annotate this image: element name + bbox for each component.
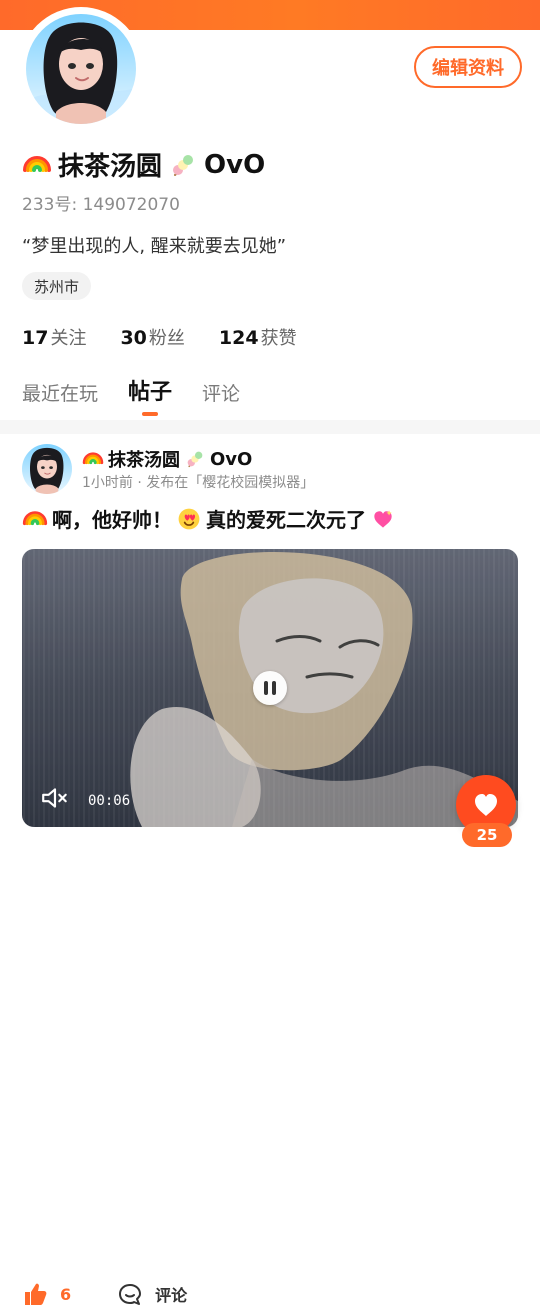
profile-tabs: 最近在玩 帖子 评论 [22, 372, 240, 416]
tab-posts[interactable]: 帖子 [128, 374, 172, 416]
dango-icon [168, 150, 198, 180]
profile-name: 抹茶汤圆 [58, 152, 163, 182]
like-action[interactable]: 6 [22, 1281, 71, 1307]
tab-posts-label: 帖子 [128, 380, 173, 405]
tab-comments[interactable]: 评论 [202, 379, 240, 416]
post-author-suffix: OvO [210, 448, 253, 470]
stat-likes[interactable]: 124 获赞 [219, 324, 297, 350]
heart-eyes-icon [176, 506, 202, 532]
like-count: 6 [60, 1284, 72, 1304]
pause-icon [264, 681, 268, 695]
dango-icon [184, 448, 206, 470]
profile-stats: 17 关注 30 粉丝 124 获赞 [22, 324, 297, 350]
pause-button[interactable] [253, 671, 287, 705]
stat-followers-count: 30 [120, 327, 147, 349]
location-chip: 苏州市 [22, 272, 92, 300]
post-text-part-1: 啊，他好帅！ [52, 508, 172, 532]
sparkling-heart-icon [370, 506, 396, 532]
post-actions: 6 评论 [22, 1279, 187, 1309]
profile-name-suffix: OvO [204, 149, 266, 180]
thumbs-up-icon [25, 1283, 47, 1305]
comment-label: 评论 [155, 1286, 188, 1305]
stat-following-label: 关注 [50, 328, 87, 349]
stat-likes-label: 获赞 [260, 328, 297, 349]
post-text-part-2: 真的爱死二次元了 [206, 508, 366, 532]
mute-icon [42, 788, 67, 808]
video-time: 00:06 [88, 793, 131, 809]
section-divider [0, 420, 540, 434]
profile-bio: “梦里出现的人, 醒来就要去见她” [22, 236, 287, 257]
rainbow-icon [82, 448, 104, 470]
profile-name-row: 抹茶汤圆 OvO [22, 146, 265, 183]
post-author-avatar[interactable] [22, 444, 72, 494]
mute-button[interactable] [40, 785, 70, 811]
rainbow-icon [22, 150, 52, 180]
tab-recent[interactable]: 最近在玩 [22, 379, 98, 416]
heart-icon [475, 794, 497, 816]
post-author-row[interactable]: 抹茶汤圆 OvO [82, 446, 252, 472]
tab-comments-label: 评论 [202, 383, 241, 405]
post-video[interactable]: 00:06 [22, 549, 518, 827]
like-fab-count: 25 [462, 823, 512, 847]
post-text: 啊，他好帅！ 真的爱死二次元了 [22, 504, 396, 533]
stat-likes-count: 124 [218, 327, 259, 349]
tab-posts-underline [142, 412, 159, 416]
post-author-name: 抹茶汤圆 [108, 450, 180, 471]
edit-profile-button[interactable]: 编辑资料 [414, 46, 522, 88]
location-text: 苏州市 [34, 277, 80, 296]
post-meta: 1小时前 · 发布在「樱花校园模拟器」 [82, 475, 315, 491]
stat-following[interactable]: 17 关注 [22, 324, 86, 350]
comment-action[interactable]: 评论 [117, 1281, 187, 1307]
stat-followers[interactable]: 30 粉丝 [120, 324, 184, 350]
pause-icon [272, 681, 276, 695]
tab-recent-label: 最近在玩 [22, 383, 99, 405]
profile-avatar[interactable] [22, 10, 140, 128]
comment-icon [119, 1284, 142, 1305]
avatar-image [26, 14, 136, 124]
rainbow-icon [22, 506, 48, 532]
stat-following-count: 17 [22, 327, 49, 349]
profile-uid: 233号: 149072070 [22, 195, 180, 215]
stat-followers-label: 粉丝 [148, 328, 185, 349]
